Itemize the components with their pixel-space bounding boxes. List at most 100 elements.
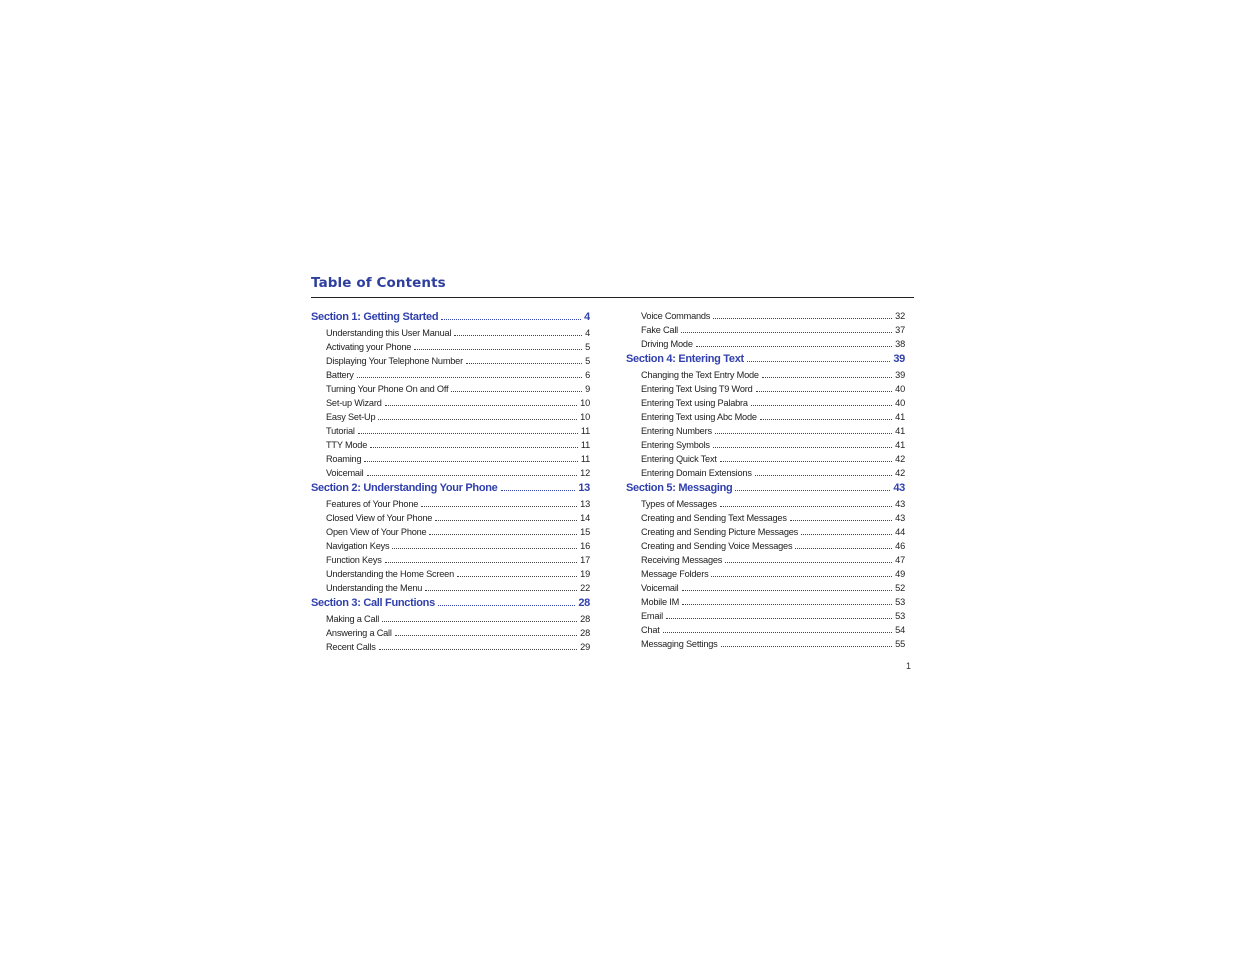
toc-entry-label: Activating your Phone (326, 342, 412, 352)
toc-section-link[interactable]: Section 3: Call Functions 28 (311, 597, 590, 614)
toc-entry-page: 4 (584, 311, 590, 323)
toc-entry-link[interactable]: Function Keys 17 (311, 555, 590, 569)
toc-entry-link[interactable]: Activating your Phone 5 (311, 342, 590, 356)
toc-entry-page: 15 (580, 527, 590, 537)
toc-entry-label: Fake Call (641, 325, 679, 335)
dot-leader (713, 318, 893, 319)
dot-leader (451, 391, 583, 392)
toc-entry-link[interactable]: Making a Call 28 (311, 614, 590, 628)
toc-entry-page: 9 (585, 384, 590, 394)
toc-entry-link[interactable]: Understanding this User Manual 4 (311, 328, 590, 342)
toc-entry-page: 54 (895, 625, 905, 635)
toc-entry-link[interactable]: Messaging Settings 55 (626, 639, 905, 653)
toc-entry-link[interactable]: Entering Text using Palabra 40 (626, 398, 905, 412)
toc-entry-link[interactable]: Understanding the Home Screen 19 (311, 569, 590, 583)
toc-entry-link[interactable]: Creating and Sending Text Messages 43 (626, 513, 905, 527)
dot-leader (712, 447, 893, 448)
dot-leader (378, 649, 578, 650)
toc-entry-page: 29 (580, 642, 590, 652)
toc-entry-link[interactable]: Entering Text using Abc Mode 41 (626, 412, 905, 426)
toc-entry-link[interactable]: Closed View of Your Phone 14 (311, 513, 590, 527)
dot-leader (761, 377, 893, 378)
toc-entry-link[interactable]: Creating and Sending Picture Messages 44 (626, 527, 905, 541)
toc-entry-link[interactable]: Chat 54 (626, 625, 905, 639)
toc-entry-link[interactable]: Understanding the Menu 22 (311, 583, 590, 597)
toc-entry-link[interactable]: TTY Mode 11 (311, 440, 590, 454)
toc-entry-page: 38 (895, 339, 905, 349)
dot-leader (454, 335, 583, 336)
toc-entry-label: Email (641, 611, 663, 621)
dot-leader (414, 349, 583, 350)
toc-entry-link[interactable]: Entering Text Using T9 Word 40 (626, 384, 905, 398)
toc-entry-link[interactable]: Open View of Your Phone 15 (311, 527, 590, 541)
dot-leader (465, 363, 583, 364)
toc-entry-label: Turning Your Phone On and Off (326, 384, 449, 394)
toc-entry-page: 55 (895, 639, 905, 649)
toc-entry-page: 12 (580, 468, 590, 478)
toc-entry-link[interactable]: Entering Domain Extensions 42 (626, 468, 905, 482)
dot-leader (750, 405, 893, 406)
toc-entry-link[interactable]: Voicemail 52 (626, 583, 905, 597)
toc-section-link[interactable]: Section 5: Messaging 43 (626, 482, 905, 499)
toc-entry-link[interactable]: Fake Call 37 (626, 325, 905, 339)
toc-entry-link[interactable]: Entering Numbers 41 (626, 426, 905, 440)
toc-section-link[interactable]: Section 4: Entering Text 39 (626, 353, 905, 370)
toc-entry-link[interactable]: Message Folders 49 (626, 569, 905, 583)
toc-entry-label: Entering Text using Abc Mode (641, 412, 757, 422)
dot-leader (366, 475, 578, 476)
toc-entry-link[interactable]: Turning Your Phone On and Off 9 (311, 384, 590, 398)
toc-entry-label: Entering Text Using T9 Word (641, 384, 753, 394)
toc-entry-page: 41 (895, 412, 905, 422)
dot-leader (681, 590, 893, 591)
toc-left-column: Section 1: Getting Started 4 Understanding… (311, 311, 590, 656)
toc-entry-link[interactable]: Mobile IM 53 (626, 597, 905, 611)
toc-entry-label: Entering Numbers (641, 426, 712, 436)
toc-entry-link[interactable]: Roaming 11 (311, 454, 590, 468)
toc-entry-label: Answering a Call (326, 628, 392, 638)
dot-leader (695, 346, 893, 347)
toc-entry-link[interactable]: Recent Calls 29 (311, 642, 590, 656)
toc-entry-link[interactable]: Creating and Sending Voice Messages 46 (626, 541, 905, 555)
toc-entry-link[interactable]: Features of Your Phone 13 (311, 499, 590, 513)
toc-entry-link[interactable]: Tutorial 11 (311, 426, 590, 440)
toc-entry-link[interactable]: Entering Symbols 41 (626, 440, 905, 454)
toc-section-link[interactable]: Section 2: Understanding Your Phone 13 (311, 482, 590, 499)
toc-section-link[interactable]: Section 1: Getting Started 4 (311, 311, 590, 328)
toc-entry-link[interactable]: Voicemail 12 (311, 468, 590, 482)
toc-entry-link[interactable]: Driving Mode 38 (626, 339, 905, 353)
dot-leader (378, 419, 578, 420)
toc-entry-label: Types of Messages (641, 499, 717, 509)
dot-leader (735, 490, 891, 491)
toc-entry-link[interactable]: Displaying Your Telephone Number 5 (311, 356, 590, 370)
toc-entry-label: Section 5: Messaging (626, 482, 733, 494)
toc-entry-label: Function Keys (326, 555, 382, 565)
dot-leader (759, 419, 893, 420)
toc-entry-page: 49 (895, 569, 905, 579)
toc-entry-page: 43 (895, 499, 905, 509)
dot-leader (789, 520, 893, 521)
dot-leader (755, 391, 893, 392)
dot-leader (421, 506, 578, 507)
toc-entry-link[interactable]: Email 53 (626, 611, 905, 625)
toc-entry-link[interactable]: Types of Messages 43 (626, 499, 905, 513)
toc-entry-label: Message Folders (641, 569, 709, 579)
dot-leader (662, 632, 893, 633)
toc-entry-link[interactable]: Receiving Messages 47 (626, 555, 905, 569)
toc-entry-label: Creating and Sending Text Messages (641, 513, 787, 523)
toc-entry-link[interactable]: Navigation Keys 16 (311, 541, 590, 555)
toc-entry-label: Entering Domain Extensions (641, 468, 752, 478)
toc-entry-link[interactable]: Changing the Text Entry Mode 39 (626, 370, 905, 384)
toc-entry-label: Recent Calls (326, 642, 376, 652)
toc-entry-label: TTY Mode (326, 440, 368, 450)
toc-entry-link[interactable]: Easy Set-Up 10 (311, 412, 590, 426)
toc-entry-page: 41 (895, 426, 905, 436)
toc-entry-link[interactable]: Answering a Call 28 (311, 628, 590, 642)
toc-entry-link[interactable]: Set-up Wizard 10 (311, 398, 590, 412)
toc-entry-link[interactable]: Entering Quick Text 42 (626, 454, 905, 468)
toc-entry-page: 42 (895, 468, 905, 478)
toc-entry-link[interactable]: Voice Commands 32 (626, 311, 905, 325)
toc-entry-label: Making a Call (326, 614, 380, 624)
dot-leader (795, 548, 893, 549)
dot-leader (429, 534, 578, 535)
toc-entry-link[interactable]: Battery 6 (311, 370, 590, 384)
